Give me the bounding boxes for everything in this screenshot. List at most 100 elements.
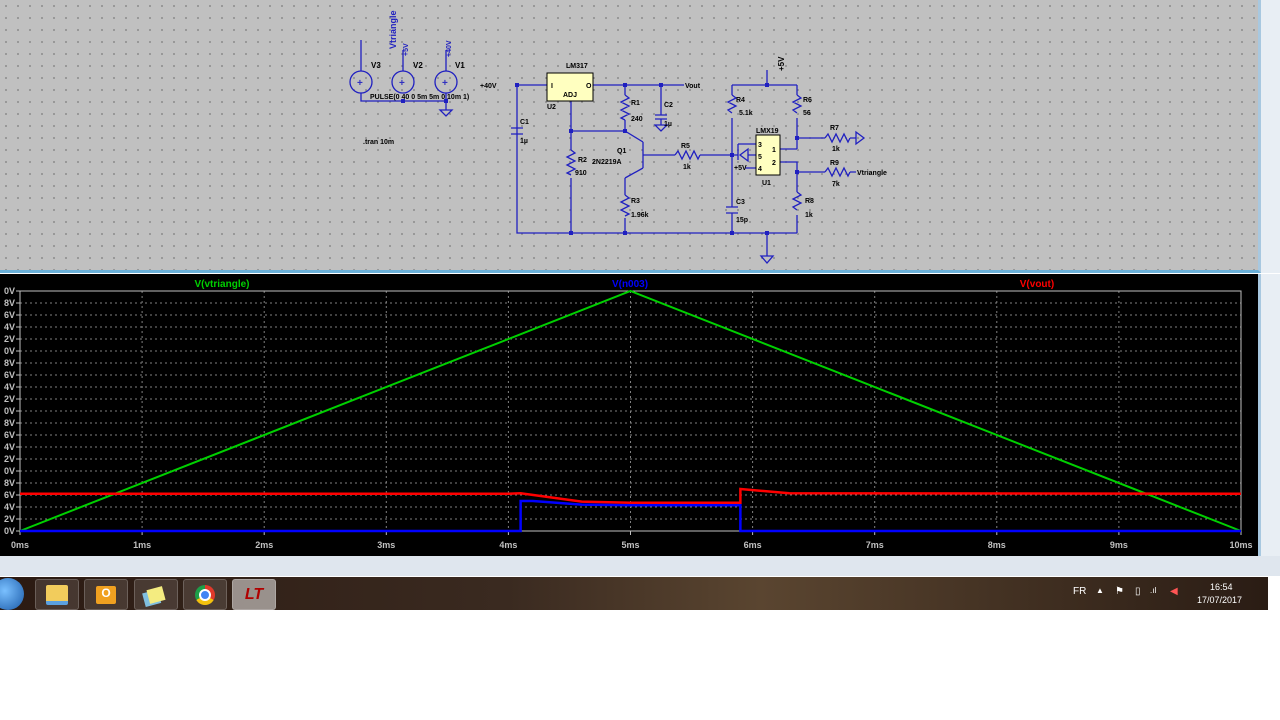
svg-text:15p: 15p (736, 217, 748, 224)
y-tick-label: 2V (4, 514, 15, 524)
schematic-scrollbar[interactable] (1261, 0, 1280, 273)
volume-muted-icon[interactable]: ◀ (1170, 586, 1178, 597)
svg-text:O: O (586, 83, 592, 90)
y-tick-label: 0V (4, 406, 15, 416)
net-label-5v: +5V (403, 43, 410, 56)
schematic-canvas[interactable]: Vtriangle +5V +40V + + + V3 V2 V1 PULSE(0 … (0, 0, 1258, 270)
net-label-5v-top: +5V (777, 56, 786, 71)
svg-text:240: 240 (631, 116, 643, 123)
windows-start-icon[interactable] (0, 578, 24, 610)
schematic-editor[interactable]: Vtriangle +5V +40V + + + V3 V2 V1 PULSE(0 … (0, 0, 1261, 273)
svg-text:1µ: 1µ (664, 121, 672, 128)
svg-text:LMX19: LMX19 (756, 128, 779, 135)
x-tick-label: 10ms (1229, 540, 1252, 550)
svg-text:+: + (442, 78, 448, 89)
action-center-flag-icon[interactable]: ⚑ (1115, 586, 1124, 597)
x-tick-label: 0ms (11, 540, 29, 550)
y-tick-label: 4V (4, 322, 15, 332)
taskbar: O LT FR ▲ ⚑ ▯ .ıl ◀ 16:54 17/07/2017 (0, 577, 1268, 610)
x-tick-label: 4ms (499, 540, 517, 550)
language-indicator[interactable]: FR (1073, 586, 1086, 597)
y-tick-label: 0V (4, 346, 15, 356)
svg-text:+: + (357, 78, 363, 89)
svg-text:4: 4 (758, 166, 762, 173)
y-tick-label: 2V (4, 394, 15, 404)
svg-text:C1: C1 (520, 119, 529, 126)
svg-text:2N2219A: 2N2219A (592, 159, 622, 166)
y-tick-label: 4V (4, 382, 15, 392)
y-tick-label: 4V (4, 442, 15, 452)
y-tick-label: 6V (4, 490, 15, 500)
net-label-vtriangle-r9: Vtriangle (857, 170, 887, 177)
pulse-spec[interactable]: PULSE(0 40 0 5m 5m 0 10m 1) (370, 94, 469, 101)
x-tick-label: 1ms (133, 540, 151, 550)
svg-text:R8: R8 (805, 198, 814, 205)
window-bottom-area (0, 556, 1280, 576)
x-tick-label: 6ms (744, 540, 762, 550)
waveform-plot[interactable]: 0ms 1ms 2ms 3ms 4ms 5ms 6ms 7ms 8ms 9ms 10ms 0V 2V 4V… (0, 274, 1258, 556)
y-tick-label: 8V (4, 358, 15, 368)
svg-text:1k: 1k (683, 164, 691, 171)
trace-label[interactable]: V(n003) (612, 279, 648, 290)
sticky-notes-icon[interactable] (134, 579, 178, 610)
svg-text:910: 910 (575, 170, 587, 177)
show-hidden-icons-icon[interactable]: ▲ (1096, 586, 1104, 595)
svg-text:7k: 7k (832, 181, 840, 188)
y-tick-label: 0V (4, 526, 15, 536)
y-tick-label: 8V (4, 418, 15, 428)
svg-text:I: I (551, 83, 553, 90)
x-tick-label: 8ms (988, 540, 1006, 550)
clock-date[interactable]: 17/07/2017 (1197, 595, 1242, 605)
trace-label[interactable]: V(vout) (1020, 279, 1054, 290)
trace-label[interactable]: V(vtriangle) (194, 279, 249, 290)
battery-icon[interactable]: ▯ (1135, 586, 1141, 597)
svg-text:U2: U2 (547, 104, 556, 111)
svg-text:LM317: LM317 (566, 63, 588, 70)
source-v2-label: V2 (413, 61, 423, 70)
svg-text:R6: R6 (803, 97, 812, 104)
svg-text:3: 3 (758, 142, 762, 149)
x-tick-label: 7ms (866, 540, 884, 550)
svg-text:1.96k: 1.96k (631, 212, 649, 219)
x-tick-label: 3ms (377, 540, 395, 550)
svg-text:R4: R4 (736, 97, 745, 104)
waveform-viewer[interactable]: 0ms 1ms 2ms 3ms 4ms 5ms 6ms 7ms 8ms 9ms 10ms 0V 2V 4V… (0, 274, 1261, 556)
svg-text:+: + (399, 78, 405, 89)
y-tick-label: 8V (4, 478, 15, 488)
svg-text:R5: R5 (681, 143, 690, 150)
svg-text:5.1k: 5.1k (739, 110, 753, 117)
tran-directive[interactable]: .tran 10m (363, 139, 394, 146)
y-tick-label: 6V (4, 430, 15, 440)
y-tick-label: 8V (4, 298, 15, 308)
x-tick-label: 5ms (621, 540, 639, 550)
y-tick-label: 6V (4, 310, 15, 320)
plot-scrollbar[interactable] (1261, 274, 1280, 556)
x-tick-label: 2ms (255, 540, 273, 550)
outlook-icon[interactable]: O (84, 579, 128, 610)
y-tick-label: 2V (4, 334, 15, 344)
network-signal-icon[interactable]: .ıl (1150, 586, 1156, 595)
svg-text:ADJ: ADJ (563, 92, 577, 99)
svg-text:1: 1 (772, 147, 776, 154)
svg-text:56: 56 (803, 110, 811, 117)
net-label-40v-in: +40V (480, 83, 497, 90)
svg-text:5: 5 (758, 154, 762, 161)
x-tick-label: 9ms (1110, 540, 1128, 550)
svg-text:R2: R2 (578, 157, 587, 164)
y-tick-label: 0V (4, 466, 15, 476)
clock-time[interactable]: 16:54 (1210, 582, 1233, 592)
svg-text:C2: C2 (664, 102, 673, 109)
chrome-icon[interactable] (183, 579, 227, 610)
svg-text:1µ: 1µ (520, 138, 528, 145)
y-tick-label: 2V (4, 454, 15, 464)
svg-text:R7: R7 (830, 125, 839, 132)
svg-text:C3: C3 (736, 199, 745, 206)
y-tick-label: 4V (4, 502, 15, 512)
ltspice-icon[interactable]: LT (232, 579, 276, 610)
y-tick-label: 0V (4, 286, 15, 296)
svg-text:2: 2 (772, 160, 776, 167)
file-explorer-icon[interactable] (35, 579, 79, 610)
svg-text:R1: R1 (631, 100, 640, 107)
svg-text:R9: R9 (830, 160, 839, 167)
net-label-vtriangle: Vtriangle (388, 10, 398, 49)
